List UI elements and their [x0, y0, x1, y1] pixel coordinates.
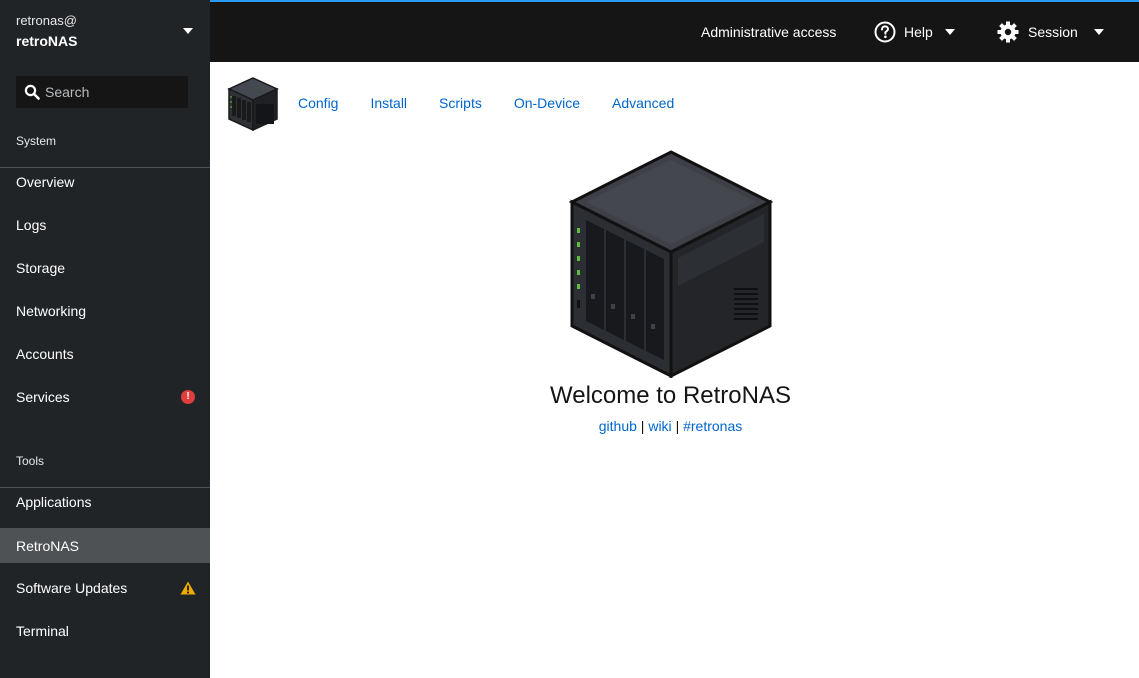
caret-down-icon [183, 28, 193, 34]
nav-item-label: Terminal [16, 622, 69, 639]
main-content: Config Install Scripts On-Device Advance… [210, 62, 1139, 678]
search-box [16, 76, 188, 108]
nav-item-software-updates[interactable]: Software Updates [0, 570, 210, 605]
retronas-tabs: Config Install Scripts On-Device Advance… [298, 94, 706, 112]
retronas-hero-image [568, 150, 774, 379]
tab-advanced[interactable]: Advanced [612, 94, 674, 112]
host-switcher[interactable]: retronas@ retroNAS [0, 0, 210, 62]
nav-item-label: Software Updates [16, 579, 128, 596]
nav-item-overview[interactable]: Overview [0, 164, 210, 199]
administrative-access-label: Administrative access [701, 24, 837, 40]
nav-item-retronas[interactable]: RetroNAS [0, 528, 210, 563]
session-label: Session [1028, 24, 1078, 40]
nav-item-label: RetroNAS [16, 537, 80, 554]
nav-item-label: Applications [16, 493, 92, 510]
search-icon [24, 84, 40, 100]
host-name: retroNAS [16, 33, 78, 49]
administrative-access-button[interactable]: Administrative access [701, 2, 836, 62]
nav-item-terminal[interactable]: Terminal [0, 613, 210, 648]
tab-on-device[interactable]: On-Device [514, 94, 580, 112]
nav-item-label: Networking [16, 302, 87, 319]
caret-down-icon [1093, 29, 1104, 35]
host-user: retronas@ [16, 13, 77, 28]
link-separator: | [675, 418, 680, 434]
nav-item-networking[interactable]: Networking [0, 293, 210, 328]
gear-icon [997, 21, 1019, 43]
tab-config[interactable]: Config [298, 94, 338, 112]
sidebar: retronas@ retroNAS System Overview Logs … [0, 0, 210, 678]
retronas-channel-link[interactable]: #retronas [683, 418, 742, 434]
github-link[interactable]: github [599, 418, 637, 434]
app-root: retronas@ retroNAS System Overview Logs … [0, 0, 1139, 678]
search-input[interactable] [45, 84, 175, 100]
help-label: Help [904, 24, 933, 40]
error-badge-icon: ! [181, 390, 195, 404]
nav-item-accounts[interactable]: Accounts [0, 336, 210, 371]
warning-icon [180, 581, 196, 598]
caret-down-icon [944, 29, 955, 35]
nav-item-label: Overview [16, 173, 75, 190]
top-bar: Administrative access Help Session [210, 0, 1139, 62]
wiki-link[interactable]: wiki [648, 418, 671, 434]
nav-item-label: Logs [16, 216, 47, 233]
tab-install[interactable]: Install [370, 94, 407, 112]
retronas-logo-icon [226, 76, 280, 132]
nav-item-logs[interactable]: Logs [0, 207, 210, 242]
nav-item-services[interactable]: Services ! [0, 379, 210, 414]
help-menu-button[interactable]: Help [874, 2, 955, 62]
nav-item-applications[interactable]: Applications [0, 484, 210, 519]
nav-item-label: Services [16, 388, 70, 405]
nav-item-storage[interactable]: Storage [0, 250, 210, 285]
section-title-tools: Tools [0, 452, 210, 488]
tab-scripts[interactable]: Scripts [439, 94, 482, 112]
nav-item-label: Storage [16, 259, 66, 276]
nav-item-label: Accounts [16, 345, 74, 362]
session-menu-button[interactable]: Session [997, 2, 1104, 62]
welcome-title: Welcome to RetroNAS [550, 382, 791, 409]
section-title-system: System [0, 132, 210, 168]
welcome-links: github | wiki | #retronas [210, 418, 1131, 434]
link-separator: | [640, 418, 645, 434]
help-icon [874, 21, 896, 43]
